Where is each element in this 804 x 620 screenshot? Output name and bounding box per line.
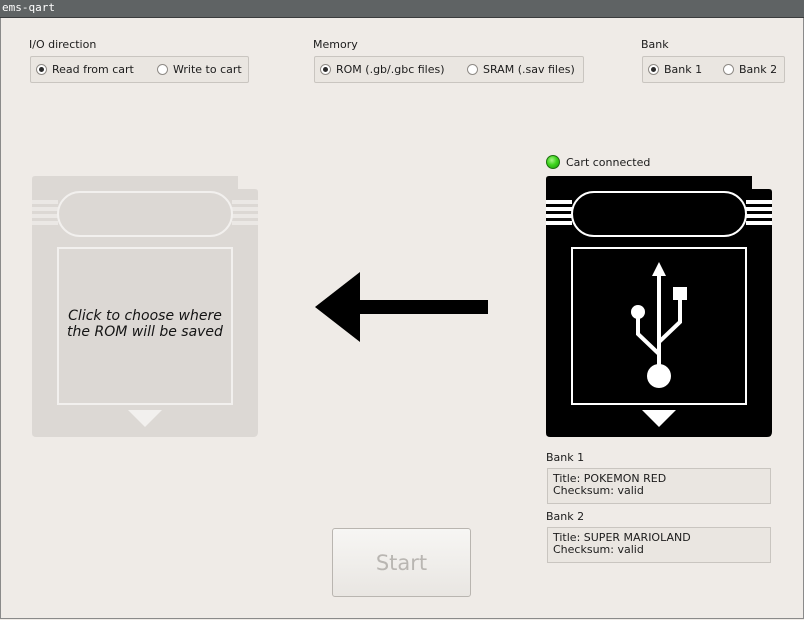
hint-line-1: Click to choose where bbox=[68, 308, 222, 324]
status-led-icon bbox=[546, 155, 560, 169]
io-direction-label: I/O direction bbox=[29, 38, 97, 51]
read-from-cart-radio[interactable]: Read from cart bbox=[36, 57, 134, 82]
io-direction-group: Read from cart Write to cart bbox=[30, 56, 249, 83]
write-to-cart-radio[interactable]: Write to cart bbox=[157, 57, 242, 82]
destination-cartridge[interactable] bbox=[32, 176, 258, 437]
cartridge-disabled-icon bbox=[32, 176, 258, 437]
source-cartridge bbox=[546, 176, 772, 437]
bank-1-heading: Bank 1 bbox=[546, 451, 585, 464]
radio-indicator bbox=[467, 64, 478, 75]
bank-label: Bank bbox=[641, 38, 669, 51]
rom-radio[interactable]: ROM (.gb/.gbc files) bbox=[320, 57, 445, 82]
cartridge-connected-icon bbox=[546, 176, 772, 437]
bank-group: Bank 1 Bank 2 bbox=[642, 56, 785, 83]
memory-group: ROM (.gb/.gbc files) SRAM (.sav files) bbox=[314, 56, 584, 83]
sram-label: SRAM (.sav files) bbox=[483, 63, 575, 76]
radio-indicator bbox=[648, 64, 659, 75]
bank-1-label: Bank 1 bbox=[664, 63, 703, 76]
destination-hint: Click to choose where the ROM will be sa… bbox=[32, 308, 258, 340]
window-titlebar: ems-qart bbox=[0, 0, 804, 18]
cart-status-text: Cart connected bbox=[566, 155, 651, 169]
bank-1-checksum: Checksum: valid bbox=[553, 484, 644, 497]
memory-label: Memory bbox=[313, 38, 358, 51]
start-button[interactable]: Start bbox=[332, 528, 471, 597]
bank-2-info: Title: SUPER MARIOLAND Checksum: valid bbox=[547, 527, 771, 563]
radio-indicator bbox=[157, 64, 168, 75]
bank-2-radio[interactable]: Bank 2 bbox=[723, 57, 777, 82]
radio-indicator bbox=[723, 64, 734, 75]
bank-2-heading: Bank 2 bbox=[546, 510, 585, 523]
radio-indicator bbox=[36, 64, 47, 75]
direction-arrow-icon bbox=[315, 272, 488, 342]
rom-label: ROM (.gb/.gbc files) bbox=[336, 63, 445, 76]
bank-2-label: Bank 2 bbox=[739, 63, 778, 76]
write-to-cart-label: Write to cart bbox=[173, 63, 242, 76]
hint-line-2: the ROM will be saved bbox=[67, 324, 223, 340]
radio-indicator bbox=[320, 64, 331, 75]
cart-status: Cart connected bbox=[546, 155, 650, 169]
window-title: ems-qart bbox=[2, 1, 55, 14]
read-from-cart-label: Read from cart bbox=[52, 63, 134, 76]
bank-2-checksum: Checksum: valid bbox=[553, 543, 644, 556]
bank-1-radio[interactable]: Bank 1 bbox=[648, 57, 702, 82]
sram-radio[interactable]: SRAM (.sav files) bbox=[467, 57, 575, 82]
bank-1-info: Title: POKEMON RED Checksum: valid bbox=[547, 468, 771, 504]
